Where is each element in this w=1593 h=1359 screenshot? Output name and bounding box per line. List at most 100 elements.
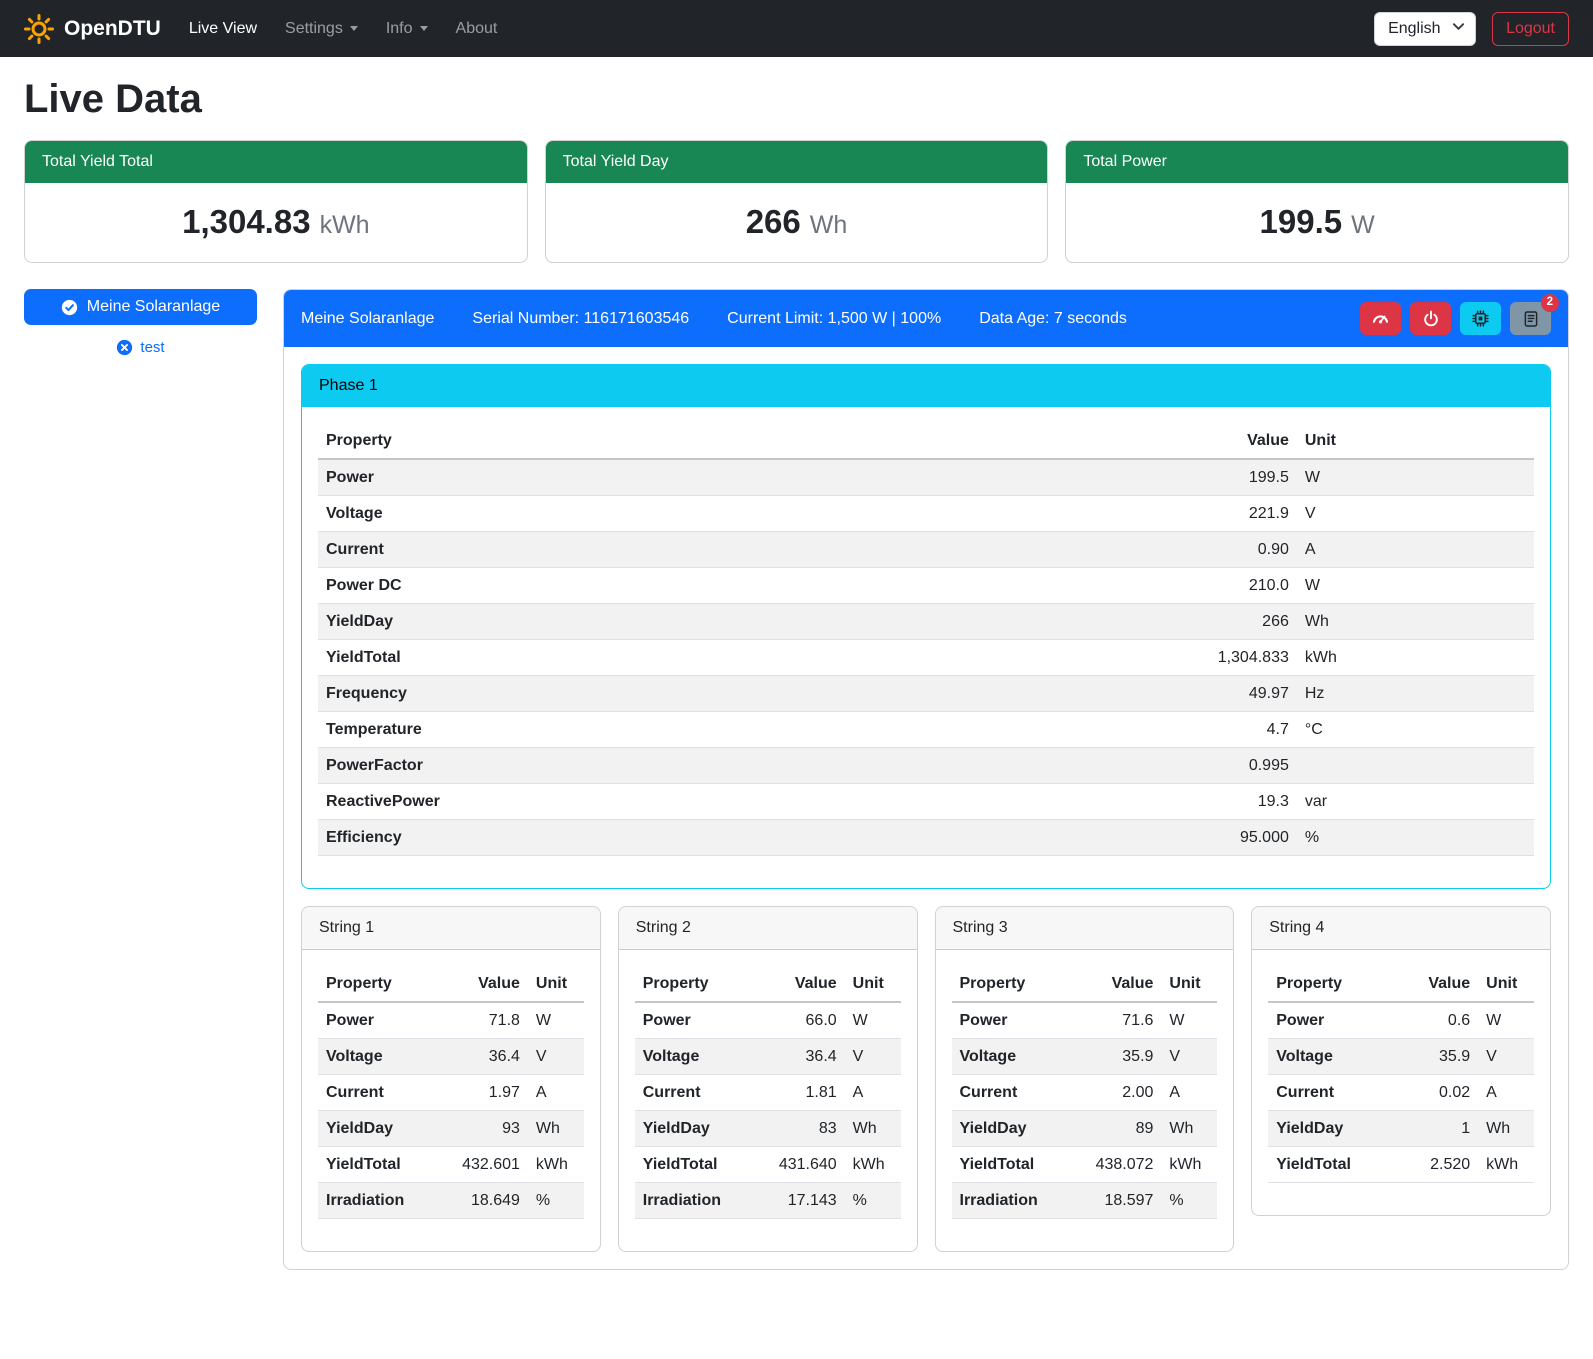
event-log-button[interactable]: 2 [1510, 302, 1551, 335]
language-select[interactable]: English [1374, 12, 1476, 46]
brand-name: OpenDTU [64, 17, 161, 41]
unit-cell: % [528, 1183, 584, 1219]
main-content: Live Data Total Yield Total 1,304.83kWh … [0, 77, 1593, 1294]
sun-logo-icon [24, 14, 54, 44]
table-row: Current 0.90 A [318, 532, 1534, 568]
property-cell: Temperature [318, 712, 950, 748]
property-cell: YieldTotal [318, 1147, 430, 1183]
column-header-property: Property [318, 966, 430, 1002]
table-row: Voltage 36.4 V [635, 1039, 901, 1075]
value-cell: 1,304.833 [950, 640, 1297, 676]
check-circle-icon [61, 299, 78, 316]
property-cell: ReactivePower [318, 784, 950, 820]
unit-cell: V [528, 1039, 584, 1075]
value-cell: 438.072 [1063, 1147, 1161, 1183]
inverter-name: Meine Solaranlage [301, 310, 434, 328]
string-table-head: Property Value Unit [635, 966, 901, 1002]
nav-info[interactable]: Info [372, 12, 442, 46]
nav-live-view[interactable]: Live View [175, 12, 271, 46]
property-cell: YieldTotal [952, 1147, 1064, 1183]
phase-table-body: Power 199.5 W Voltage 221.9 V Current 0. [318, 459, 1534, 856]
unit-cell: kWh [845, 1147, 901, 1183]
property-cell: Power [1268, 1002, 1380, 1039]
card-unit: Wh [810, 211, 848, 239]
value-cell: 199.5 [950, 459, 1297, 496]
property-cell: YieldDay [952, 1111, 1064, 1147]
power-toggle-button[interactable] [1410, 302, 1451, 335]
table-row: Frequency 49.97 Hz [318, 676, 1534, 712]
language-select-value: English [1388, 20, 1440, 38]
unit-cell: Wh [845, 1111, 901, 1147]
table-row: Temperature 4.7 °C [318, 712, 1534, 748]
unit-cell: A [1161, 1075, 1217, 1111]
value-cell: 71.8 [430, 1002, 528, 1039]
property-cell: Efficiency [318, 820, 950, 856]
inverter-sidebar: Meine Solaranlage test [24, 289, 257, 356]
value-cell: 210.0 [950, 568, 1297, 604]
value-cell: 2.520 [1380, 1147, 1478, 1183]
value-cell: 17.143 [746, 1183, 844, 1219]
brand-link[interactable]: OpenDTU [24, 14, 161, 44]
nav-about[interactable]: About [442, 12, 512, 46]
unit-cell [1297, 748, 1534, 784]
property-cell: Power [318, 459, 950, 496]
value-cell: 4.7 [950, 712, 1297, 748]
card-title: Total Power [1066, 141, 1568, 183]
card-value-row: 199.5W [1066, 183, 1568, 262]
limit-settings-button[interactable] [1360, 302, 1401, 335]
column-header-property: Property [635, 966, 747, 1002]
unit-cell: Wh [1297, 604, 1534, 640]
strings-row: String 1 Property Value Unit [301, 906, 1551, 1252]
inverter-select-button[interactable]: Meine Solaranlage [24, 289, 257, 325]
unit-cell: Wh [1478, 1111, 1534, 1147]
value-cell: 221.9 [950, 496, 1297, 532]
property-cell: Current [318, 532, 950, 568]
table-row: Irradiation 18.597 % [952, 1183, 1218, 1219]
table-row: Irradiation 17.143 % [635, 1183, 901, 1219]
device-info-button[interactable] [1460, 302, 1501, 335]
inverter-card-body: Phase 1 Property Value Unit [284, 347, 1568, 1269]
card-value: 266 [746, 203, 801, 240]
inverter-data-age: Data Age: 7 seconds [979, 310, 1127, 328]
inverter-select-label: Meine Solaranlage [87, 298, 220, 316]
column-header-value: Value [1063, 966, 1161, 1002]
string-table: Property Value Unit Power 66.0 [635, 966, 901, 1219]
string-table-body: Power 71.6 W Voltage 35.9 V Current [952, 1002, 1218, 1219]
card-unit: W [1351, 211, 1375, 239]
table-row: Power 199.5 W [318, 459, 1534, 496]
card-unit: kWh [320, 211, 370, 239]
nav-settings[interactable]: Settings [271, 12, 372, 46]
navbar-right: English Logout [1374, 12, 1569, 46]
unit-cell: V [1297, 496, 1534, 532]
inverter-actions: 2 [1360, 302, 1551, 335]
table-row: YieldDay 89 Wh [952, 1111, 1218, 1147]
table-row: YieldTotal 2.520 kWh [1268, 1147, 1534, 1183]
table-row: Irradiation 18.649 % [318, 1183, 584, 1219]
property-cell: Current [1268, 1075, 1380, 1111]
string-table-head: Property Value Unit [1268, 966, 1534, 1002]
chevron-down-icon [420, 26, 428, 31]
value-cell: 66.0 [746, 1002, 844, 1039]
string-3-card: String 3 Property Value Unit [935, 906, 1235, 1252]
property-cell: YieldTotal [635, 1147, 747, 1183]
inverter-item-test[interactable]: test [24, 339, 257, 356]
column-header-value: Value [1380, 966, 1478, 1002]
table-row: YieldDay 1 Wh [1268, 1111, 1534, 1147]
string-card-body: Property Value Unit Power 0.6 [1252, 950, 1550, 1215]
table-row: Current 1.97 A [318, 1075, 584, 1111]
value-cell: 93 [430, 1111, 528, 1147]
column-header-property: Property [952, 966, 1064, 1002]
column-header-unit: Unit [1297, 423, 1534, 459]
table-row: Voltage 35.9 V [952, 1039, 1218, 1075]
lower-section: Meine Solaranlage test Meine Solaranlage… [24, 289, 1569, 1270]
card-value-row: 266 Wh [546, 183, 1048, 262]
phase-card-title: Phase 1 [302, 365, 1550, 407]
card-title: Total Yield Total [25, 141, 527, 183]
value-cell: 1 [1380, 1111, 1478, 1147]
string-table-body: Power 71.8 W Voltage 36.4 V Current [318, 1002, 584, 1219]
property-cell: Voltage [318, 1039, 430, 1075]
value-cell: 35.9 [1063, 1039, 1161, 1075]
logout-button[interactable]: Logout [1492, 12, 1569, 46]
unit-cell: V [1478, 1039, 1534, 1075]
unit-cell: A [1297, 532, 1534, 568]
